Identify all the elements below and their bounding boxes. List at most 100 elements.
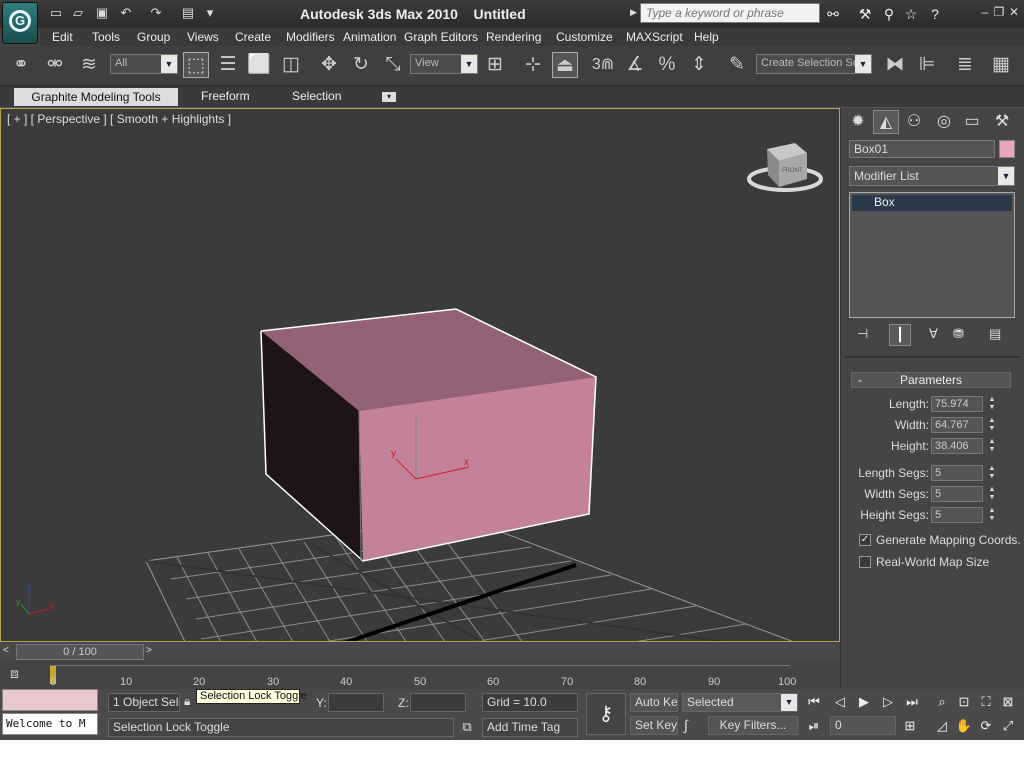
zoom-icon[interactable]: ⌕ [932,692,952,712]
time-slider[interactable]: < 0 / 100 > [0,643,840,661]
utilities-panel-icon[interactable]: ⚒ [989,110,1015,134]
angle-snap-icon[interactable]: ∡ [622,52,648,78]
pin-stack-icon[interactable]: ⊣ [857,326,877,344]
select-and-move-icon[interactable]: ✥ [316,52,342,78]
window-crossing-icon[interactable]: ◫ [278,52,304,78]
goto-start-icon[interactable]: ⏮ [804,692,824,712]
zoom-extents-icon[interactable]: ⛶ [976,692,996,712]
auto-key-button[interactable]: Auto Key [630,693,678,712]
help-icon[interactable]: ? [926,5,944,23]
set-keys-key-icon[interactable]: ⚷ [586,693,626,735]
key-mode-toggle-icon[interactable]: ⏯ [804,716,824,736]
menu-edit[interactable]: Edit [52,30,73,44]
object-color-swatch[interactable] [999,140,1015,158]
minimize-icon[interactable]: – [978,5,992,21]
time-config-icon[interactable]: ⊞ [900,716,920,736]
width-segs-field[interactable]: 5 [931,486,983,502]
mirror-icon[interactable]: ⧓ [882,52,908,78]
select-object-icon[interactable]: ⬚ [183,52,209,78]
height-segs-field[interactable]: 5 [931,507,983,523]
tab-freeform[interactable]: Freeform [201,89,250,103]
menu-customize[interactable]: Customize [556,30,613,44]
key-filters-button[interactable]: Key Filters... [708,716,798,735]
display-panel-icon[interactable]: ▭ [959,110,985,134]
pivot-center-icon[interactable]: ⊞ [482,52,508,78]
rectangular-selection-icon[interactable]: ⬜ [246,52,272,78]
select-and-scale-icon[interactable]: ⤡ [380,52,406,78]
length-spinner-icon[interactable]: ▲ ▼ [987,396,997,412]
search-input[interactable]: Type a keyword or phrase [640,3,820,23]
open-file-icon[interactable]: ▱ [70,5,86,21]
save-file-icon[interactable]: ▣ [94,5,110,21]
ribbon-options-icon[interactable]: ▾ [382,92,396,102]
menu-help[interactable]: Help [694,30,719,44]
zoom-extents-all-icon[interactable]: ⊠ [998,692,1018,712]
restore-icon[interactable]: ❐ [992,5,1006,21]
align-icon[interactable]: ⊫ [914,52,940,78]
quick-access-dropdown-icon[interactable]: ▾ [202,5,218,21]
menu-create[interactable]: Create [235,30,271,44]
motion-panel-icon[interactable]: ◎ [931,110,957,134]
bind-space-warp-icon[interactable]: ≋ [76,52,102,78]
tab-graphite-modeling-tools[interactable]: Graphite Modeling Tools [14,88,178,106]
height-spinner-icon[interactable]: ▲ ▼ [987,438,997,454]
named-selection-dropdown[interactable]: Create Selection Se ▼ [756,54,872,74]
slider-next-icon[interactable]: > [146,645,152,656]
application-button[interactable]: G [2,2,38,44]
select-and-link-icon[interactable]: ⚭ [8,52,34,78]
menu-modifiers[interactable]: Modifiers [286,30,335,44]
track-bar[interactable]: ⧈ 0 10 20 30 40 50 60 70 80 90 100 [0,661,840,689]
maxscript-listener-input[interactable]: Welcome to M [2,713,98,735]
modifier-list-dropdown[interactable]: Modifier List ▼ [849,166,1015,186]
menu-animation[interactable]: Animation [343,30,396,44]
add-time-tag[interactable]: Add Time Tag [482,718,578,737]
menu-group[interactable]: Group [137,30,170,44]
redo-icon[interactable]: ↷ [148,5,164,21]
create-panel-icon[interactable]: ✹ [845,110,871,134]
menu-graph-editors[interactable]: Graph Editors [404,30,478,44]
tab-selection[interactable]: Selection [292,89,341,103]
key-mode-dropdown[interactable]: Selected ▼ [682,693,798,712]
select-by-name-icon[interactable]: ☰ [215,52,241,78]
select-and-rotate-icon[interactable]: ↻ [348,52,374,78]
modifier-stack[interactable]: Box [849,192,1015,318]
show-end-result-icon[interactable]: ┃ [889,324,911,346]
make-unique-icon[interactable]: ∀ [929,326,949,344]
binoculars-icon[interactable]: ⚯ [824,5,842,23]
time-slider-thumb[interactable]: 0 / 100 [16,644,144,660]
pan-hand-icon[interactable]: ✋ [954,716,974,736]
favorites-star-icon[interactable]: ☆ [902,5,920,23]
time-tag-icon[interactable]: ⧉ [458,719,476,737]
length-segs-field[interactable]: 5 [931,465,983,481]
orbit-icon[interactable]: ⟳ [976,716,996,736]
subscription-icon[interactable]: ⚒ [856,5,874,23]
height-field[interactable]: 38.406 [931,438,983,454]
menu-maxscript[interactable]: MAXScript [626,30,683,44]
reference-coordinate-dropdown[interactable]: View ▼ [410,54,478,74]
maxscript-listener-pink[interactable] [2,689,98,711]
search-expand-icon[interactable]: ▶ [630,7,637,18]
close-icon[interactable]: ✕ [1007,5,1021,21]
parameters-rollout[interactable]: - Parameters [851,372,1011,388]
communication-center-icon[interactable]: ⚲ [880,5,898,23]
width-field[interactable]: 64.767 [931,417,983,433]
set-key-button[interactable]: Set Key [630,716,678,735]
hierarchy-panel-icon[interactable]: ⚇ [901,110,927,134]
menu-tools[interactable]: Tools [92,30,120,44]
play-icon[interactable]: ▶ [854,692,874,712]
stack-item-box[interactable]: Box [852,195,1012,211]
snaps-toggle-icon[interactable]: 3⋒ [590,52,616,78]
project-folder-icon[interactable]: ▤ [180,5,196,21]
remove-modifier-icon[interactable]: ⛃ [953,326,973,344]
real-world-checkbox[interactable] [859,556,871,568]
graphite-toggle-icon[interactable]: ▦ [988,52,1014,78]
keyboard-shortcut-override-icon[interactable]: ⏏ [552,52,578,78]
zoom-all-icon[interactable]: ⊡ [954,692,974,712]
select-manipulate-icon[interactable]: ⊹ [520,52,546,78]
prev-frame-icon[interactable]: ◁ [830,692,850,712]
perspective-viewport[interactable]: [ + ] [ Perspective ] [ Smooth + Highlig… [0,108,840,642]
undo-icon[interactable]: ↶ [118,5,134,21]
viewcube[interactable]: FRONT [747,143,823,192]
selection-filter-dropdown[interactable]: All ▼ [110,54,178,74]
length-segs-spinner-icon[interactable]: ▲ ▼ [987,465,997,481]
